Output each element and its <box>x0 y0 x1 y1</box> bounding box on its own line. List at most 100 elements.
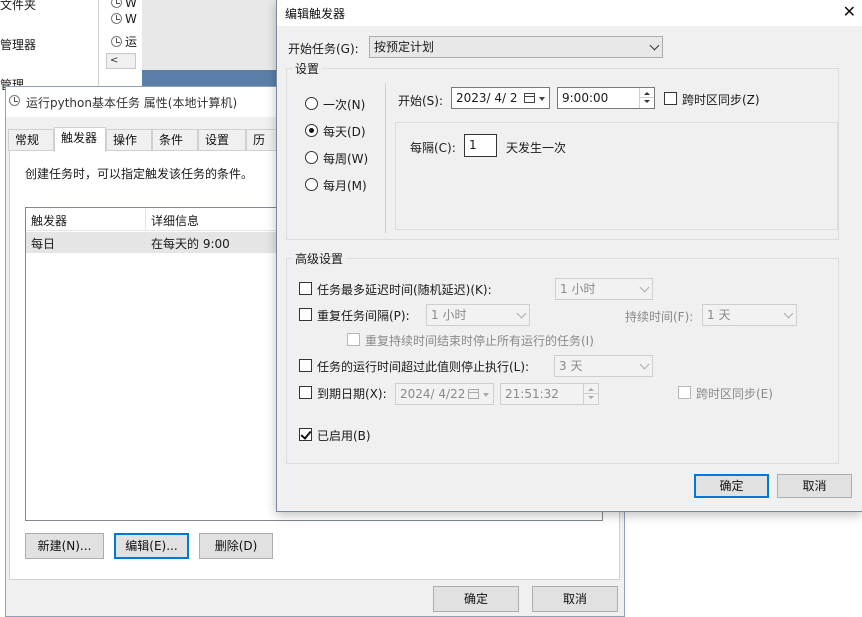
enabled-checkbox[interactable] <box>299 428 312 441</box>
sync-timezone-checkbox[interactable] <box>664 92 677 105</box>
expire-checkbox[interactable] <box>299 386 312 399</box>
delay-label[interactable]: 任务最多延迟时间(随机延迟)(K): <box>317 281 492 298</box>
recurrence-box: 每隔(C): 1 天发生一次 <box>395 122 838 230</box>
tab-history[interactable]: 历史 <box>246 129 280 167</box>
repeat-select[interactable]: 1 小时 <box>426 304 530 326</box>
stop-long-checkbox[interactable] <box>299 359 312 372</box>
chevron-down-icon <box>639 359 650 370</box>
repeat-checkbox[interactable] <box>299 308 312 321</box>
recur-input[interactable]: 1 <box>464 134 497 157</box>
expire-sync-label[interactable]: 跨时区同步(E) <box>696 385 773 402</box>
ok-button[interactable]: 确定 <box>433 586 519 612</box>
edit-ok-button[interactable]: 确定 <box>694 474 769 498</box>
mmc-left-item[interactable]: 管理器 <box>0 36 36 53</box>
task-item-label: W <box>125 0 137 10</box>
spin-up-icon[interactable] <box>588 388 594 391</box>
delay-select[interactable]: 1 小时 <box>555 278 653 300</box>
tab-actions[interactable]: 操作 <box>106 129 152 151</box>
start-time-field[interactable]: 9:00:00 <box>557 87 655 109</box>
tab-triggers[interactable]: 触发器 <box>54 127 106 152</box>
stop-long-value: 3 天 <box>559 359 583 373</box>
column-header-trigger[interactable]: 触发器 <box>31 212 67 229</box>
cancel-button[interactable]: 取消 <box>532 586 618 612</box>
task-item[interactable]: W <box>111 12 137 26</box>
calendar-icon <box>468 389 479 399</box>
clock-icon <box>111 0 122 8</box>
tab-general[interactable]: 常规 <box>8 129 54 151</box>
task-item-label: W <box>125 12 137 26</box>
expire-time-field[interactable]: 21:51:32 <box>500 383 599 405</box>
radio-once-label[interactable]: 一次(N) <box>323 96 365 113</box>
sync-timezone-label[interactable]: 跨时区同步(Z) <box>682 91 760 108</box>
tab-settings[interactable]: 设置 <box>198 129 246 151</box>
clock-icon <box>111 13 122 24</box>
clock-icon <box>9 95 20 106</box>
begin-task-label: 开始任务(G): <box>288 42 359 56</box>
delete-trigger-button[interactable]: 删除(D) <box>199 533 273 559</box>
chevron-down-icon <box>783 308 794 319</box>
settings-group-title: 设置 <box>292 60 323 77</box>
dropdown-arrow-icon <box>483 393 489 397</box>
mmc-left-pane: 文件夹 管理器 管理 <box>0 0 98 92</box>
clock-icon <box>111 36 122 47</box>
delay-checkbox[interactable] <box>299 282 312 295</box>
advanced-group: 高级设置 任务最多延迟时间(随机延迟)(K): 1 小时 重复任务间隔(P): … <box>286 250 839 464</box>
column-divider[interactable] <box>145 208 146 231</box>
start-time-value: 9:00:00 <box>562 91 609 105</box>
radio-daily[interactable] <box>305 124 318 137</box>
time-spinner[interactable] <box>639 88 654 108</box>
radio-once[interactable] <box>305 97 318 110</box>
stop-all-checkbox[interactable] <box>347 333 360 346</box>
calendar-icon <box>524 93 535 103</box>
duration-select[interactable]: 1 天 <box>702 304 797 326</box>
repeat-label[interactable]: 重复任务间隔(P): <box>317 307 410 324</box>
expire-time-value: 21:51:32 <box>505 387 559 401</box>
dialog-title-bar: 编辑触发器 ✕ <box>277 0 862 26</box>
enabled-label[interactable]: 已启用(B) <box>317 427 371 444</box>
new-trigger-button[interactable]: 新建(N)... <box>25 533 104 559</box>
scroll-left-button[interactable]: < <box>106 53 136 69</box>
detail-cell: 在每天的 9:00 <box>151 237 230 251</box>
radio-monthly[interactable] <box>305 178 318 191</box>
start-date-picker[interactable]: 2023/ 4/ 2 <box>451 87 550 109</box>
radio-daily-label[interactable]: 每天(D) <box>323 123 366 140</box>
recur-label: 每隔(C): <box>410 141 456 155</box>
stop-long-select[interactable]: 3 天 <box>554 355 653 377</box>
settings-group: 设置 一次(N) 每天(D) 每周(W) 每月(M) 开始(S): 2023/ … <box>286 60 839 240</box>
mmc-task-list: W W 运 <box>98 0 142 88</box>
settings-divider <box>385 83 386 233</box>
column-header-detail[interactable]: 详细信息 <box>151 212 199 229</box>
radio-weekly-label[interactable]: 每周(W) <box>323 150 368 167</box>
start-label: 开始(S): <box>398 94 444 108</box>
tab-conditions[interactable]: 条件 <box>152 129 198 151</box>
trigger-cell: 每日 <box>31 237 56 251</box>
stop-all-label[interactable]: 重复持续时间结束时停止所有运行的任务(I) <box>365 332 594 349</box>
time-spinner[interactable] <box>583 384 598 404</box>
task-item[interactable]: W <box>111 0 137 10</box>
delay-value: 1 小时 <box>560 282 596 296</box>
close-icon[interactable]: ✕ <box>843 2 856 21</box>
repeat-value: 1 小时 <box>431 308 467 322</box>
task-item[interactable]: 运 <box>111 33 137 50</box>
chevron-down-icon <box>639 282 650 293</box>
start-date-value: 2023/ 4/ 2 <box>456 91 518 105</box>
spin-up-icon[interactable] <box>644 92 650 95</box>
radio-monthly-label[interactable]: 每月(M) <box>323 177 367 194</box>
stop-long-label[interactable]: 任务的运行时间超过此值则停止执行(L): <box>317 358 529 375</box>
dialog-title: 运行python基本任务 属性(本地计算机) <box>26 96 238 110</box>
duration-value: 1 天 <box>707 308 731 322</box>
dialog-title: 编辑触发器 <box>285 7 346 21</box>
radio-weekly[interactable] <box>305 151 318 164</box>
begin-task-value: 按预定计划 <box>374 40 435 54</box>
edit-trigger-button[interactable]: 编辑(E)... <box>114 533 189 559</box>
edit-trigger-dialog: 编辑触发器 ✕ 开始任务(G): 按预定计划 设置 一次(N) 每天(D) 每周… <box>276 0 862 512</box>
begin-task-select[interactable]: 按预定计划 <box>369 36 663 58</box>
edit-cancel-button[interactable]: 取消 <box>777 474 852 498</box>
expire-date-picker[interactable]: 2024/ 4/22 <box>395 383 494 405</box>
advanced-group-title: 高级设置 <box>292 250 347 267</box>
spin-down-icon[interactable] <box>588 396 594 399</box>
mmc-left-item[interactable]: 文件夹 <box>0 0 36 13</box>
expire-label[interactable]: 到期日期(X): <box>317 385 387 402</box>
spin-down-icon[interactable] <box>644 100 650 103</box>
expire-sync-checkbox[interactable] <box>678 386 691 399</box>
